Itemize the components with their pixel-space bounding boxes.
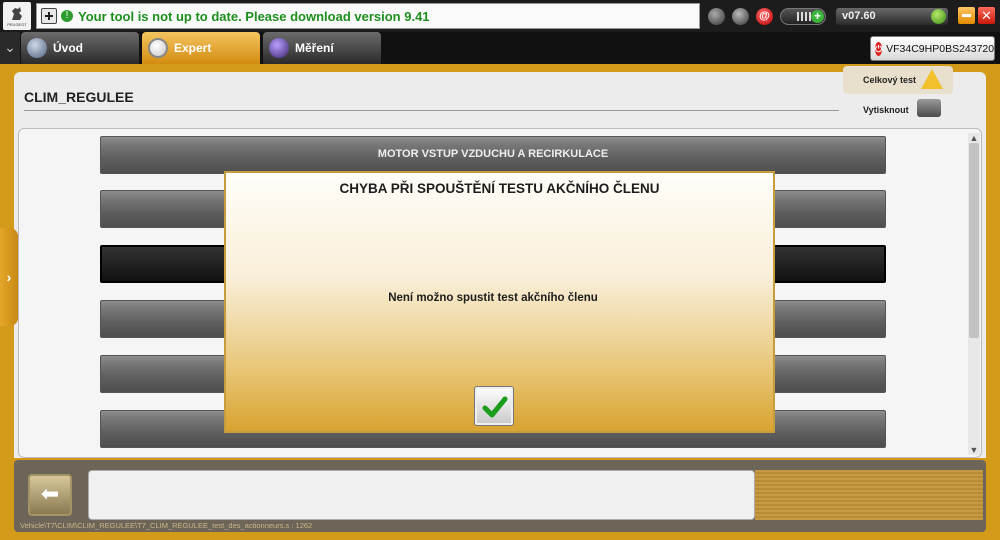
vin-badge[interactable]: ⏻ VF34C9HP0BS243720 — [870, 36, 995, 61]
tab-bar: ⌄ Úvod Expert Měření — [0, 32, 1000, 64]
update-notice-text: Your tool is not up to date. Please down… — [78, 8, 430, 24]
mail-icon[interactable]: @ — [756, 8, 773, 25]
tab-uvod[interactable]: Úvod — [21, 32, 139, 64]
vin-text: VF34C9HP0BS243720 — [886, 42, 995, 55]
scroll-thumb[interactable] — [969, 143, 979, 338]
power-icon: ⏻ — [875, 41, 883, 56]
tab-label: Expert — [174, 41, 212, 55]
global-test-label: Celkový test — [863, 75, 917, 85]
title-divider — [24, 110, 839, 111]
magnifier-icon — [148, 38, 168, 58]
version-text: v07.60 — [842, 10, 876, 22]
status-ok-icon — [931, 9, 946, 24]
version-indicator: v07.60 — [836, 8, 948, 25]
close-button[interactable]: ✕ — [978, 7, 995, 24]
download-icon[interactable] — [708, 8, 725, 25]
decorative-strip — [755, 470, 983, 520]
back-button[interactable]: ⬅ — [28, 474, 72, 516]
expand-icon[interactable] — [41, 8, 57, 24]
error-dialog: CHYBA PŘI SPOUŠTĚNÍ TESTU AKČNÍHO ČLENU … — [224, 171, 775, 433]
info-box — [88, 470, 755, 520]
tab-label: Úvod — [53, 41, 83, 55]
help-icon[interactable] — [732, 8, 749, 25]
tab-mereni[interactable]: Měření — [263, 32, 381, 64]
global-test-button[interactable]: Celkový test — [843, 66, 953, 94]
lion-icon — [12, 7, 22, 20]
print-label: Vytisknout — [863, 105, 909, 115]
dialog-message: Není možno spustit test akčního členu — [388, 292, 598, 304]
list-item[interactable]: MOTOR VSTUP VZDUCHU A RECIRKULACE — [100, 136, 886, 174]
update-notice: ! Your tool is not up to date. Please do… — [36, 3, 700, 29]
signal-indicator[interactable]: + — [780, 8, 826, 25]
side-actions: Celkový test Vytisknout — [843, 66, 979, 126]
info-icon: ! — [61, 10, 73, 22]
script-path: Vehicle\T7\CLIM\CLIM_REGULEE\T7_CLIM_REG… — [20, 521, 313, 530]
ok-button[interactable] — [474, 386, 514, 426]
warning-icon — [921, 69, 943, 89]
brand-logo: PEUGEOT — [3, 2, 31, 30]
brand-name: PEUGEOT — [7, 22, 27, 27]
checkmark-icon — [482, 396, 508, 418]
arrow-left-icon: ⬅ — [40, 481, 60, 506]
top-bar: PEUGEOT ! Your tool is not up to date. P… — [0, 0, 1000, 32]
plus-icon: + — [811, 10, 824, 23]
signal-bars-icon — [797, 12, 811, 21]
tab-expert[interactable]: Expert — [142, 32, 260, 64]
side-panel-toggle[interactable]: › — [0, 228, 18, 326]
page-title: CLIM_REGULEE — [24, 89, 134, 105]
dialog-title: CHYBA PŘI SPOUŠTĚNÍ TESTU AKČNÍHO ČLENU — [339, 181, 660, 196]
print-button[interactable]: Vytisknout — [843, 96, 953, 124]
chevron-down-icon[interactable]: ⌄ — [0, 32, 20, 64]
waveform-icon — [269, 38, 289, 58]
scroll-down-icon[interactable]: ▼ — [968, 445, 980, 455]
tab-label: Měření — [295, 41, 334, 55]
globe-icon — [27, 38, 47, 58]
minimize-button[interactable] — [958, 7, 975, 24]
list-scrollbar[interactable]: ▲ ▼ — [968, 133, 980, 455]
scroll-up-icon[interactable]: ▲ — [968, 133, 980, 143]
printer-icon — [917, 99, 941, 117]
